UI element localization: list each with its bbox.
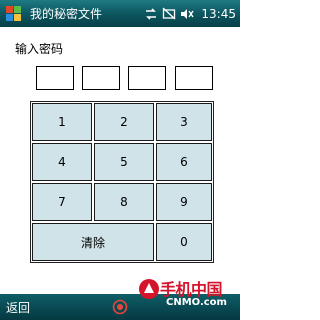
- windows-flag-icon: [6, 5, 22, 22]
- watermark: 手机中国 CNMO.com: [138, 276, 238, 314]
- signal-sync-icon[interactable]: [144, 7, 158, 20]
- watermark-site: CNMO.com: [166, 297, 227, 308]
- key-6[interactable]: 6: [156, 143, 212, 181]
- no-connection-icon[interactable]: [162, 7, 176, 20]
- key-4[interactable]: 4: [32, 143, 92, 181]
- password-prompt-label: 输入密码: [15, 42, 64, 56]
- back-softkey[interactable]: 返回: [6, 299, 30, 316]
- key-8[interactable]: 8: [94, 183, 154, 221]
- title-bar: 我的秘密文件 13:45: [0, 0, 240, 27]
- clear-button[interactable]: 清除: [32, 223, 154, 261]
- input-panel-icon[interactable]: [112, 299, 128, 315]
- key-2[interactable]: 2: [94, 103, 154, 141]
- status-area: 13:45: [144, 0, 236, 27]
- key-1[interactable]: 1: [32, 103, 92, 141]
- key-7[interactable]: 7: [32, 183, 92, 221]
- key-9[interactable]: 9: [156, 183, 212, 221]
- pin-digit-box-4[interactable]: [175, 66, 213, 90]
- key-5[interactable]: 5: [94, 143, 154, 181]
- pin-digit-box-3[interactable]: [128, 66, 166, 90]
- key-3[interactable]: 3: [156, 103, 212, 141]
- key-0[interactable]: 0: [156, 223, 212, 261]
- cnmo-logo-icon: [139, 279, 159, 299]
- clock[interactable]: 13:45: [201, 7, 236, 21]
- volume-mute-icon[interactable]: [180, 8, 194, 20]
- start-button[interactable]: [3, 3, 25, 25]
- numeric-keypad: 1 2 3 4 5 6 7 8 9 清除 0: [30, 101, 214, 263]
- pin-digit-box-1[interactable]: [36, 66, 74, 90]
- pin-digit-box-2[interactable]: [82, 66, 120, 90]
- window-title: 我的秘密文件: [30, 7, 103, 21]
